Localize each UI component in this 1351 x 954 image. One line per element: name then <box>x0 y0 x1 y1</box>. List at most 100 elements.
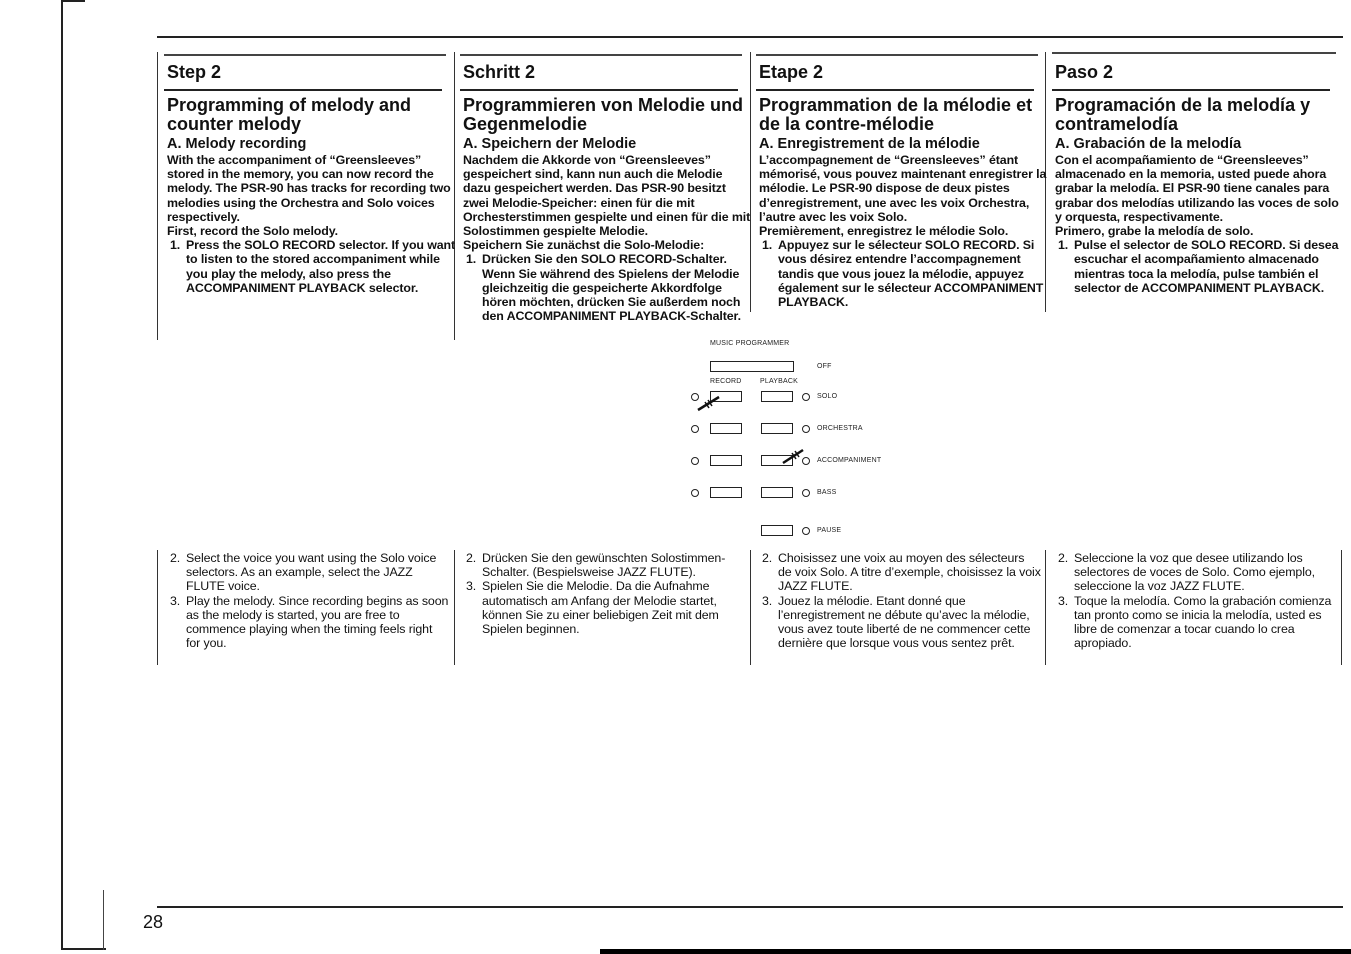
binder-edge-left <box>61 0 63 950</box>
record-button-orchestra[interactable] <box>710 423 742 434</box>
binder-edge-bottom <box>61 948 106 950</box>
steps-list-bottom: 2. Seleccione la voz que desee utilizando… <box>1055 551 1337 650</box>
section-fr-top: Programmation de la mélodie et de la con… <box>759 95 1049 310</box>
page-bottom-rule <box>157 906 1343 908</box>
binder-edge-top <box>61 0 85 2</box>
section-en-top: Programming of melody and counter melody… <box>167 96 457 295</box>
list-item: 1. Press the SOLO RECORD selector. If you… <box>167 238 457 295</box>
step-text: Drücken Sie den SOLO RECORD-Schalter. We… <box>482 252 741 324</box>
section-en-bottom: 2. Select the voice you want using the So… <box>167 551 449 650</box>
page-top-rule <box>157 36 1343 38</box>
steps-list-top: 1. Appuyez sur le sélecteur SOLO RECORD. … <box>759 238 1049 309</box>
step-rule <box>1052 89 1330 91</box>
playback-led-orchestra <box>802 425 810 433</box>
row-label-solo: SOLO <box>817 393 838 400</box>
step-number: 2. <box>762 551 773 565</box>
step-number: 3. <box>1058 593 1069 608</box>
off-label: OFF <box>817 363 832 370</box>
playback-led-solo <box>802 393 810 401</box>
step-number: 2. <box>466 551 477 565</box>
step-number: 1. <box>170 238 181 253</box>
column-top-rule <box>460 54 742 56</box>
scan-bottom-edge <box>600 949 1351 954</box>
pause-label: PAUSE <box>817 527 842 534</box>
binder-edge-right <box>103 890 104 950</box>
playback-led-accompaniment <box>802 457 810 465</box>
row-label-bass: BASS <box>817 489 837 496</box>
column-divider <box>157 550 158 665</box>
column-top-rule <box>1052 52 1336 54</box>
step-text: Pulse el selector de SOLO RECORD. Si des… <box>1074 238 1339 295</box>
intro-paragraph: With the accompaniment of “Greensleeves”… <box>167 153 451 224</box>
subsection-heading: A. Enregistrement de la mélodie <box>759 136 980 152</box>
list-item: 3. Toque la melodía. Como la grabación co… <box>1055 594 1337 651</box>
off-button[interactable] <box>710 361 794 372</box>
record-led-orchestra <box>691 425 699 433</box>
playback-button-bass[interactable] <box>761 487 793 498</box>
intro-paragraph: Nachdem die Akkorde von “Greensleeves” g… <box>463 153 751 239</box>
step-number: 3. <box>170 593 181 608</box>
steps-list-bottom: 2. Select the voice you want using the So… <box>167 551 449 650</box>
music-programmer-diagram: MUSIC PROGRAMMER OFF RECORD PLAYBACK SOL… <box>690 338 900 538</box>
first-instruction: Speichern Sie zunächst die Solo-Melodie: <box>463 238 705 253</box>
playback-button-solo[interactable] <box>761 391 793 402</box>
pause-led <box>802 527 810 535</box>
steps-list-top: 1. Pulse el selector de SOLO RECORD. Si d… <box>1055 238 1345 295</box>
record-button-accompaniment[interactable] <box>710 455 742 466</box>
step-rule <box>460 89 738 91</box>
page-number: 28 <box>143 912 164 932</box>
column-top-rule <box>756 54 1038 56</box>
pause-button[interactable] <box>761 525 793 536</box>
column-divider <box>454 550 455 665</box>
step-title-en: Step 2 <box>167 62 222 82</box>
step-number: 2. <box>1058 551 1069 565</box>
subsection-heading: A. Grabación de la melodía <box>1055 136 1242 152</box>
playback-button-orchestra[interactable] <box>761 423 793 434</box>
list-item: 1. Pulse el selector de SOLO RECORD. Si d… <box>1055 238 1345 295</box>
step-title-fr: Etape 2 <box>759 62 824 82</box>
row-label-accompaniment: ACCOMPANIMENT <box>817 457 882 464</box>
column-divider <box>1045 550 1046 665</box>
column-divider <box>1341 550 1342 665</box>
step-text: Drücken Sie den gewünschten Solostimmen-… <box>482 551 726 580</box>
column-divider <box>750 550 751 665</box>
first-instruction: Premièrement, enregistrez le mélodie Sol… <box>759 224 1009 239</box>
section-heading: Programming of melody and counter melody <box>167 95 412 134</box>
intro-paragraph: L’accompagnement de “Greensleeves” étant… <box>759 153 1047 224</box>
step-text: Toque la melodía. Como la grabación comi… <box>1074 593 1332 651</box>
step-rule <box>756 89 1034 91</box>
list-item: 2. Seleccione la voz que desee utilizando… <box>1055 551 1337 594</box>
step-text: Appuyez sur le sélecteur SOLO RECORD. Si… <box>778 238 1044 310</box>
steps-list-top: 1. Drücken Sie den SOLO RECORD-Schalter. … <box>463 252 753 323</box>
section-de-bottom: 2. Drücken Sie den gewünschten Solostimme… <box>463 551 745 636</box>
step-number: 3. <box>466 579 477 594</box>
step-text: Spielen Sie die Melodie. Da die Aufnahme… <box>482 579 719 637</box>
press-arrow-icon <box>697 395 720 412</box>
first-instruction: Primero, grabe la melodía de solo. <box>1055 224 1254 239</box>
diagram-title: MUSIC PROGRAMMER <box>710 340 790 347</box>
record-button-bass[interactable] <box>710 487 742 498</box>
step-rule <box>164 89 442 91</box>
first-instruction: First, record the Solo melody. <box>167 224 338 239</box>
list-item: 3. Play the melody. Since recording begin… <box>167 594 449 651</box>
list-item: 1. Drücken Sie den SOLO RECORD-Schalter. … <box>463 252 753 323</box>
row-label-orchestra: ORCHESTRA <box>817 425 863 432</box>
step-number: 3. <box>762 593 773 608</box>
step-text: Jouez la mélodie. Etant donné que l’enre… <box>778 593 1031 651</box>
step-text: Press the SOLO RECORD selector. If you w… <box>186 238 456 295</box>
section-heading: Programmation de la mélodie et de la con… <box>759 95 1033 134</box>
step-title-de: Schritt 2 <box>463 62 536 82</box>
step-text: Play the melody. Since recording begins … <box>186 593 449 651</box>
list-item: 2. Select the voice you want using the So… <box>167 551 449 594</box>
record-header: RECORD <box>710 378 742 385</box>
steps-list-bottom: 2. Choisissez une voix au moyen des sélec… <box>759 551 1041 650</box>
playback-header: PLAYBACK <box>760 378 799 385</box>
step-number: 2. <box>170 551 181 565</box>
step-title-es: Paso 2 <box>1055 62 1114 82</box>
section-heading: Programación de la melodía y contramelod… <box>1055 95 1311 134</box>
playback-led-bass <box>802 489 810 497</box>
intro-paragraph: Con el acompañamiento de “Greensleeves” … <box>1055 153 1339 224</box>
record-led-bass <box>691 489 699 497</box>
step-number: 1. <box>466 252 477 267</box>
subsection-heading: A. Melody recording <box>167 136 307 152</box>
